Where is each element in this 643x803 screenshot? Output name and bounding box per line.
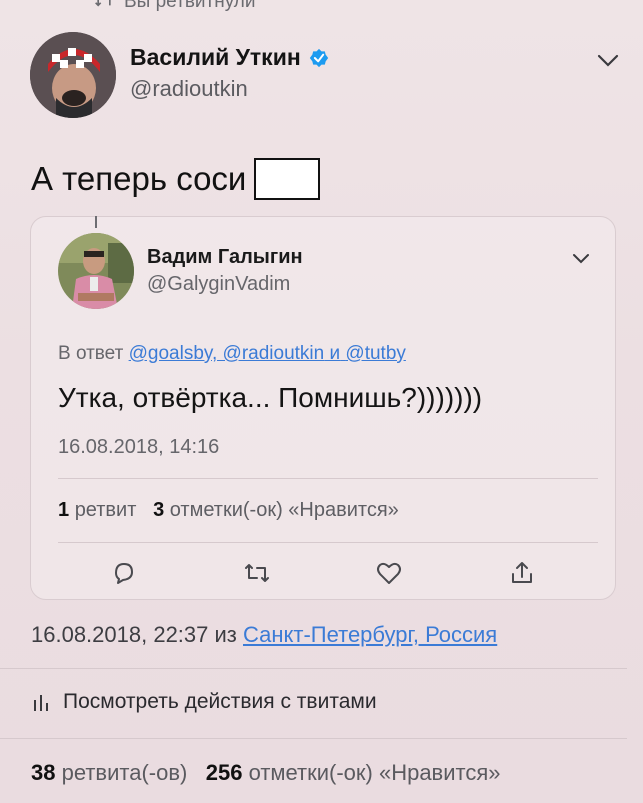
quoted-retweets-stat[interactable]: 1 ретвит	[58, 499, 136, 521]
share-icon[interactable]	[508, 559, 536, 587]
likes-label[interactable]: отметки(-ок) «Нравится»	[249, 760, 501, 785]
like-icon[interactable]	[375, 559, 403, 587]
author-avatar[interactable]	[30, 32, 116, 118]
quoted-retweets-label[interactable]: ретвит	[75, 499, 137, 521]
author-handle[interactable]: @radioutkin	[130, 76, 248, 102]
view-activity-label[interactable]: Посмотреть действия с твитами	[63, 690, 377, 714]
likes-count[interactable]: 256	[206, 760, 243, 785]
quoted-author-name[interactable]: Вадим Галыгин	[147, 246, 303, 269]
retweets-label[interactable]: ретвита(-ов)	[62, 760, 188, 785]
quoted-likes-label[interactable]: отметки(-ок) «Нравится»	[170, 499, 399, 521]
quoted-chevron-down-icon[interactable]	[572, 253, 590, 265]
likes-stat[interactable]: 256 отметки(-ок) «Нравится»	[206, 760, 501, 785]
tweet-text-row: А теперь соси	[31, 158, 321, 200]
quoted-likes-count[interactable]: 3	[153, 499, 164, 521]
reply-and-text[interactable]: и	[330, 343, 341, 364]
divider	[0, 668, 627, 669]
retweeted-label: Вы ретвитнули	[124, 0, 256, 12]
retweet-action-icon[interactable]	[243, 559, 271, 587]
divider	[58, 478, 598, 479]
divider	[0, 738, 627, 739]
tweet-text: А теперь соси	[31, 160, 247, 197]
reply-icon[interactable]	[110, 559, 138, 587]
quoted-tweet-stats: 1 ретвит 3 отметки(-ок) «Нравится»	[58, 499, 399, 522]
analytics-icon	[34, 695, 48, 711]
reply-mentions-text[interactable]: @goalsby, @radioutkin	[129, 343, 325, 364]
quoted-tweet-text: Утка, отвёртка... Помнишь?)))))))	[58, 382, 483, 413]
view-activity-row[interactable]: Посмотреть действия с твитами	[33, 690, 377, 714]
reply-mention-last[interactable]: @tutby	[345, 343, 405, 364]
quoted-retweets-count[interactable]: 1	[58, 499, 69, 521]
tweet-date-location: 16.08.2018, 22:37 из Санкт-Петербург, Ро…	[31, 622, 497, 648]
tweet-date[interactable]: 16.08.2018, 22:37 из	[31, 622, 237, 647]
author-name-row: Василий Уткин	[130, 44, 329, 71]
tweet-stats: 38 ретвита(-ов) 256 отметки(-ок) «Нравит…	[31, 760, 501, 786]
reply-prefix: В ответ	[58, 343, 124, 364]
reply-context: В ответ @goalsby, @radioutkin и @tutby	[58, 343, 406, 365]
chevron-down-icon[interactable]	[597, 54, 619, 68]
retweet-icon	[95, 0, 111, 7]
quoted-author-handle[interactable]: @GalyginVadim	[147, 273, 290, 296]
tweet-location-link[interactable]: Санкт-Петербург, Россия	[243, 622, 497, 647]
retweeted-indicator: Вы ретвитнули	[94, 0, 256, 13]
reply-mentions-link[interactable]: @goalsby, @radioutkin и @tutby	[129, 343, 406, 364]
retweets-stat[interactable]: 38 ретвита(-ов)	[31, 760, 187, 785]
verified-badge-icon	[309, 48, 328, 67]
censored-box	[254, 158, 321, 200]
quoted-likes-stat[interactable]: 3 отметки(-ок) «Нравится»	[153, 499, 399, 521]
quoted-tweet-date[interactable]: 16.08.2018, 14:16	[58, 436, 219, 459]
author-name[interactable]: Василий Уткин	[130, 44, 301, 71]
thread-connector	[95, 216, 97, 228]
divider	[58, 542, 598, 543]
quoted-author-avatar[interactable]	[58, 233, 134, 309]
retweets-count[interactable]: 38	[31, 760, 55, 785]
